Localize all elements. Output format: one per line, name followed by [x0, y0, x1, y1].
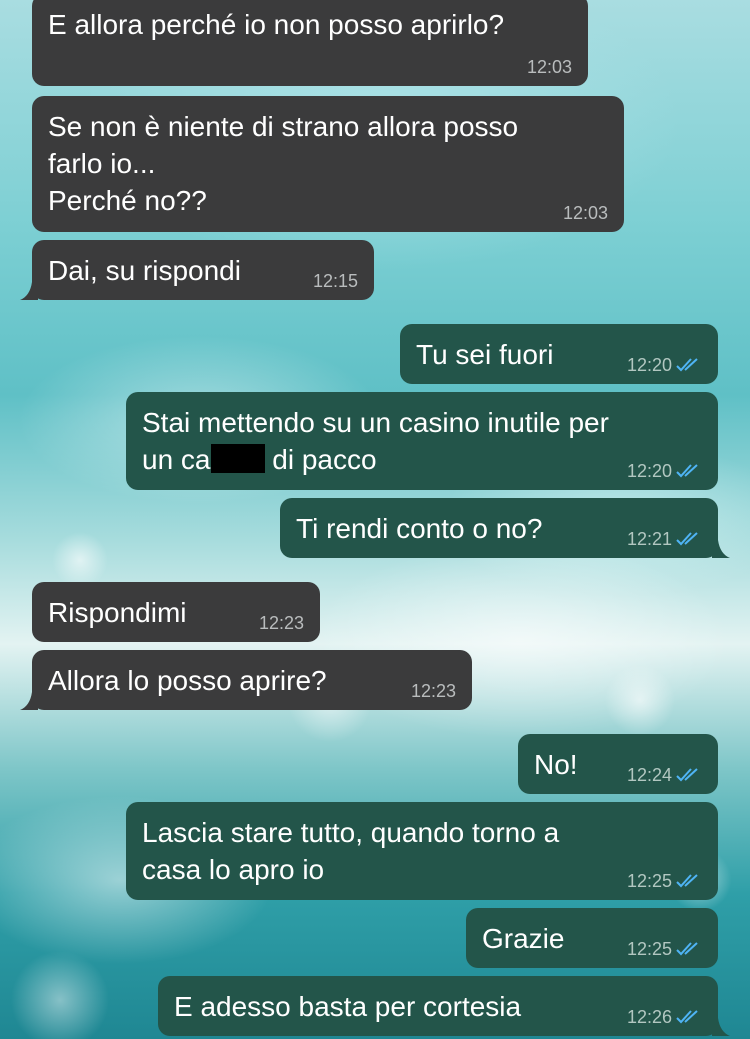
redaction-block [210, 444, 265, 473]
message-bubble-outgoing[interactable]: Ti rendi conto o no? 12:21 [280, 498, 730, 558]
bubble-tail [20, 692, 38, 710]
read-double-check-icon [676, 942, 698, 956]
message-bubble-incoming[interactable]: Se non è niente di strano allora posso f… [32, 96, 624, 232]
message-time: 12:20 [626, 355, 672, 375]
read-double-check-icon [676, 874, 698, 888]
message-bubble-incoming[interactable]: Rispondimi 12:23 [32, 582, 320, 642]
bubble-tail [712, 540, 730, 558]
message-meta: 12:23 [259, 613, 304, 633]
message-meta: 12:25 [627, 939, 702, 959]
bubble-tail [712, 1018, 730, 1036]
message-meta: 12:20 [627, 461, 702, 481]
message-bubble-outgoing[interactable]: Grazie 12:25 [466, 908, 718, 968]
message-time: 12:24 [626, 765, 672, 785]
bubble-tail [20, 282, 38, 300]
message-meta: 12:24 [627, 765, 702, 785]
message-meta: 12:03 [527, 57, 572, 77]
message-thread[interactable]: E allora perché io non posso aprirlo? 12… [0, 0, 750, 1039]
message-text: Stai mettendo su un casino inutile per un… [142, 407, 609, 475]
message-time: 12:15 [312, 271, 358, 291]
message-meta: 12:21 [627, 529, 702, 549]
message-bubble-outgoing[interactable]: Lascia stare tutto, quando torno a casa … [126, 802, 718, 900]
message-text: Dai, su rispondi [48, 255, 241, 286]
message-time: 12:23 [410, 681, 456, 701]
message-bubble-incoming[interactable]: E allora perché io non posso aprirlo? 12… [32, 0, 588, 86]
message-time: 12:20 [626, 461, 672, 481]
read-double-check-icon [676, 464, 698, 478]
message-meta: 12:03 [563, 203, 608, 223]
message-time: 12:03 [526, 57, 572, 77]
message-bubble-outgoing[interactable]: E adesso basta per cortesia 12:26 [158, 976, 730, 1036]
read-double-check-icon [676, 532, 698, 546]
message-bubble-incoming[interactable]: Dai, su rispondi 12:15 [20, 240, 374, 300]
message-meta: 12:26 [627, 1007, 702, 1027]
message-text: Allora lo posso aprire? [48, 665, 327, 696]
read-double-check-icon [676, 1010, 698, 1024]
message-text: Se non è niente di strano allora posso f… [48, 111, 519, 216]
message-meta: 12:25 [627, 871, 702, 891]
message-bubble-outgoing[interactable]: Stai mettendo su un casino inutile per un… [126, 392, 718, 490]
message-time: 12:25 [626, 871, 672, 891]
message-time: 12:26 [626, 1007, 672, 1027]
message-bubble-outgoing[interactable]: Tu sei fuori 12:20 [400, 324, 718, 384]
message-time: 12:23 [258, 613, 304, 633]
message-text: Lascia stare tutto, quando torno a casa … [142, 817, 560, 885]
message-meta: 12:15 [313, 271, 358, 291]
read-double-check-icon [676, 768, 698, 782]
message-time: 12:25 [626, 939, 672, 959]
read-double-check-icon [676, 358, 698, 372]
message-meta: 12:20 [627, 355, 702, 375]
message-time: 12:21 [626, 529, 672, 549]
message-bubble-incoming[interactable]: Allora lo posso aprire? 12:23 [20, 650, 472, 710]
message-meta: 12:23 [411, 681, 456, 701]
message-text: E allora perché io non posso aprirlo? [48, 9, 505, 40]
message-time: 12:03 [562, 203, 608, 223]
message-bubble-outgoing[interactable]: No! 12:24 [518, 734, 718, 794]
message-text: E adesso basta per cortesia [174, 991, 522, 1022]
